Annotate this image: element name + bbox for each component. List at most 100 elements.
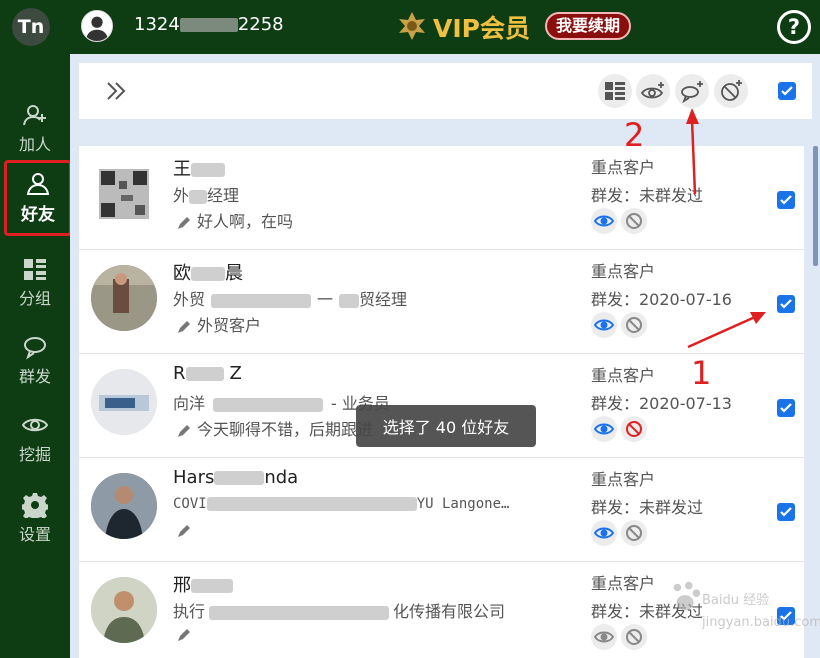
row-checkbox[interactable]	[777, 191, 795, 209]
title-suffix: 经理	[207, 186, 240, 205]
sidebar-item-groups[interactable]: 分组	[0, 244, 70, 320]
block-toggle[interactable]	[621, 624, 647, 650]
friend-tag: 重点客户	[591, 366, 656, 385]
title-masked	[213, 397, 324, 412]
eye-icon	[594, 631, 614, 643]
title-masked	[209, 605, 390, 620]
add-group-send-button[interactable]	[675, 74, 709, 108]
sidebar-item-label: 分组	[18, 288, 51, 308]
avatar	[91, 265, 157, 331]
annotation-label-1: 1	[691, 354, 712, 392]
watch-toggle[interactable]	[591, 208, 617, 234]
photo-avatar-icon	[91, 473, 157, 539]
avatar[interactable]	[81, 10, 113, 42]
list-item[interactable]: 王 外经理 好人啊，在吗 重点客户 群发：未群发过	[79, 146, 804, 250]
grid-view-button[interactable]	[598, 74, 632, 108]
list-item[interactable]: Hars nda COVI YU Langone… 重点客户 群发：未群发过	[79, 458, 804, 562]
renew-button[interactable]: 我要续期	[545, 12, 632, 40]
phone-suffix: 2258	[237, 14, 284, 35]
help-button[interactable]: ?	[777, 10, 811, 44]
phone-masked	[179, 18, 238, 32]
name-masked	[185, 367, 224, 381]
gear-icon	[22, 492, 48, 518]
vip-label: VIP会员	[433, 14, 530, 43]
name-prefix: 邢	[173, 575, 191, 596]
name-suffix: nda	[264, 467, 299, 488]
avatar	[91, 473, 157, 539]
sidebar-item-label: 设置	[18, 524, 51, 544]
grid-view-icon	[605, 82, 625, 100]
sidebar-item-mining[interactable]: 挖掘	[0, 400, 70, 476]
app-logo: Tn	[12, 8, 50, 46]
logo-avatar-icon	[91, 369, 157, 435]
add-block-button[interactable]	[714, 74, 748, 108]
title-prefix: COVI	[173, 496, 207, 512]
broadcast-status: 群发：未群发过	[591, 186, 704, 205]
friend-name: RZ	[173, 363, 242, 384]
check-icon	[780, 195, 792, 205]
account-phone: 1324 2258	[134, 14, 284, 35]
chat-bubble-icon	[24, 336, 46, 359]
title-suffix: YU Langone…	[416, 496, 510, 512]
phone-prefix: 1324	[134, 14, 180, 35]
friend-name: Hars nda	[173, 467, 298, 488]
expand-icon[interactable]	[105, 79, 127, 103]
add-watch-button[interactable]	[636, 74, 670, 108]
avatar	[91, 369, 157, 435]
title-masked	[206, 497, 417, 511]
watch-toggle[interactable]	[591, 520, 617, 546]
friend-title: 执行 化传播有限公司	[173, 598, 505, 622]
broadcast-status: 群发：2020-07-13	[591, 394, 732, 413]
add-block-icon	[721, 80, 742, 101]
friend-title: 外贸 一 贸经理	[173, 286, 407, 310]
avatar	[91, 577, 157, 643]
block-icon	[626, 317, 642, 333]
row-checkbox[interactable]	[777, 399, 795, 417]
sidebar-item-settings[interactable]: 设置	[0, 480, 70, 556]
friend-title: COVI YU Langone…	[173, 496, 509, 512]
block-icon	[626, 629, 642, 645]
friend-note[interactable]: 今天聊得不错，后期跟进	[177, 416, 373, 440]
list-item[interactable]: 欧晨 外贸一贸经理 外贸客户 重点客户 群发：2020-07-16	[79, 250, 804, 354]
title-masked	[189, 189, 208, 204]
watch-toggle[interactable]	[591, 416, 617, 442]
list-scrollbar[interactable]	[813, 146, 818, 266]
friend-title: 外经理	[173, 182, 239, 206]
watch-toggle[interactable]	[591, 312, 617, 338]
friend-note[interactable]: 好人啊，在吗	[177, 208, 293, 232]
block-toggle[interactable]	[621, 312, 647, 338]
photo-avatar-icon	[91, 577, 157, 643]
sidebar-item-broadcast[interactable]: 群发	[0, 322, 70, 398]
row-checkbox[interactable]	[777, 503, 795, 521]
check-icon	[780, 403, 792, 413]
friend-tag: 重点客户	[591, 470, 656, 489]
check-icon	[780, 507, 792, 517]
watch-toggle[interactable]	[591, 624, 617, 650]
row-checkbox[interactable]	[777, 295, 795, 313]
sidebar: Tn 加人 好友 分组 群发 挖掘 设置	[0, 0, 72, 658]
avatar	[91, 161, 157, 227]
toolbar	[79, 63, 812, 119]
sidebar-item-add[interactable]: 加人	[0, 90, 70, 166]
block-toggle[interactable]	[621, 208, 647, 234]
eye-icon	[594, 319, 614, 331]
user-avatar-icon	[85, 16, 109, 41]
friend-note[interactable]	[177, 520, 197, 539]
sidebar-item-label: 好友	[21, 205, 55, 225]
broadcast-status: 群发：2020-07-16	[591, 290, 732, 309]
block-toggle[interactable]	[621, 520, 647, 546]
block-toggle[interactable]	[621, 416, 647, 442]
friend-note[interactable]: 外贸客户	[177, 312, 261, 336]
pencil-icon	[178, 216, 190, 229]
select-all-checkbox[interactable]	[778, 82, 796, 100]
name-prefix: Hars	[173, 467, 215, 488]
sidebar-item-label: 挖掘	[18, 444, 51, 464]
selection-toast: 选择了 40 位好友	[356, 405, 536, 447]
name-masked	[191, 267, 225, 281]
vip-badge-icon	[399, 12, 425, 40]
pencil-icon	[178, 424, 190, 437]
broadcast-status: 群发：未群发过	[591, 498, 704, 517]
friend-note[interactable]	[177, 624, 197, 643]
watermark: Baidu 经验 jingyan.baidu.com	[666, 578, 820, 648]
sidebar-item-friends[interactable]: 好友	[4, 160, 72, 236]
